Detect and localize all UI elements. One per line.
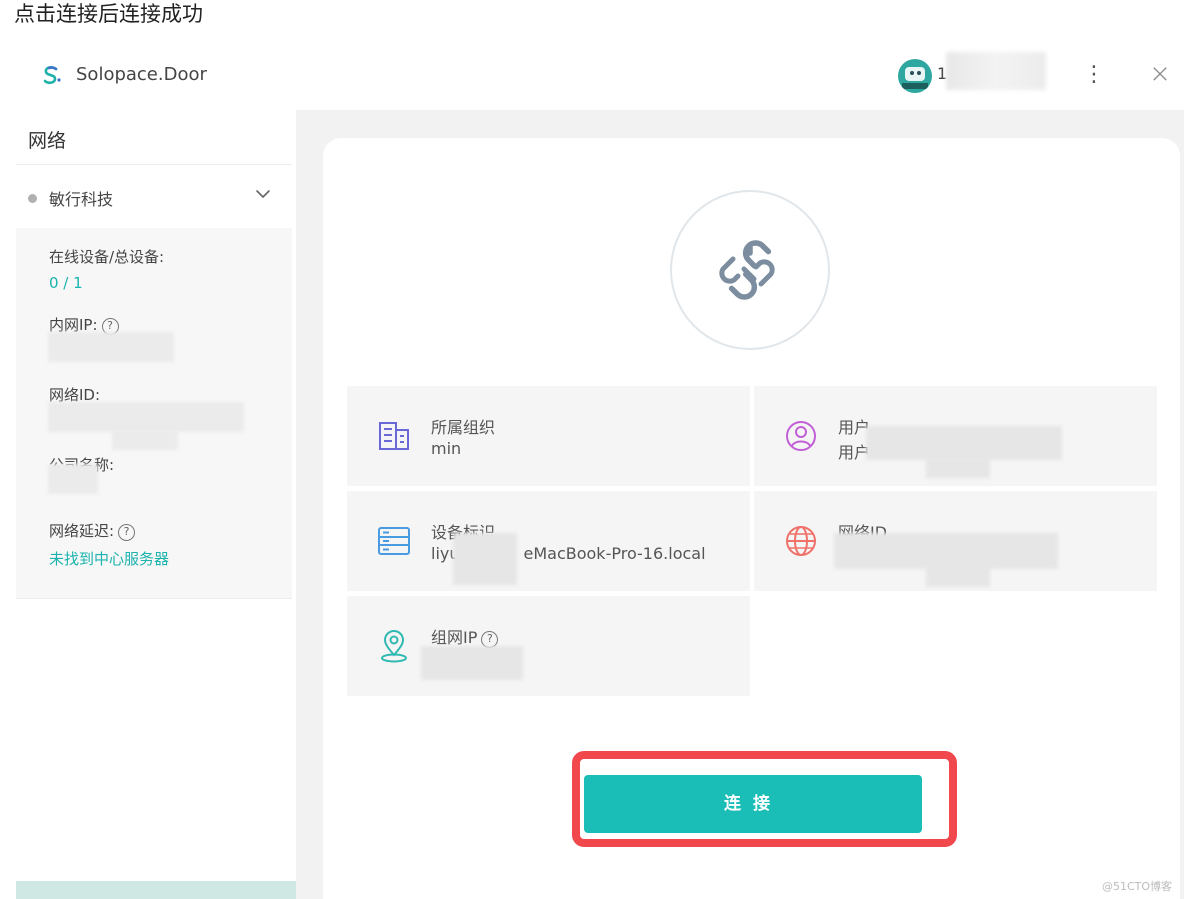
tile-network-id: 网络ID [754, 491, 1157, 591]
tile-network-ip: 组网IP? [347, 596, 750, 696]
redacted-user [866, 426, 1062, 460]
connect-button[interactable]: 连接 [584, 775, 922, 833]
app-logo-icon [43, 66, 61, 85]
location-icon [381, 630, 407, 663]
redacted-network-id [48, 402, 244, 432]
org-name: 敏行科技 [49, 190, 114, 209]
online-devices-value: 0 / 1 [49, 274, 83, 292]
redacted-network-id-2 [926, 565, 990, 587]
device-id-suffix: eMacBook-Pro-16.local [523, 544, 706, 563]
redacted-device-id [453, 533, 517, 585]
close-icon[interactable]: × [1146, 60, 1174, 88]
org-selector[interactable]: 敏行科技 [16, 180, 292, 214]
link-status [670, 190, 830, 350]
server-icon [378, 527, 410, 555]
network-ip-label-text: 组网IP [431, 628, 478, 647]
redacted-lan-ip [48, 332, 174, 362]
app-title: Solopace.Door [76, 64, 207, 85]
org-info-panel: 在线设备/总设备: 0 / 1 内网IP:? 网络ID: 公司名称: 网络延迟:… [16, 228, 292, 598]
tile-label: 组网IP? [431, 624, 499, 648]
avatar[interactable] [898, 59, 932, 93]
redacted-username [946, 52, 1046, 90]
sidebar-bottom-bar [16, 881, 296, 899]
link-icon [719, 240, 775, 300]
title-bar: Solopace.Door 1 ⋮ × [16, 46, 1184, 108]
redacted-network-id-2 [112, 430, 178, 450]
redacted-network-id [834, 533, 1058, 569]
tile-device-id: 设备标识 liyueMacBook-Pro-16.local [347, 491, 750, 591]
globe-icon [786, 526, 816, 556]
latency-label: 网络延迟:? [49, 520, 136, 541]
online-devices-label: 在线设备/总设备: [49, 248, 165, 266]
redacted-network-ip [421, 646, 523, 680]
tile-label: 所属组织 [431, 418, 496, 437]
user-icon [786, 421, 816, 451]
help-icon[interactable]: ? [118, 524, 136, 541]
status-dot [28, 194, 37, 203]
latency-value: 未找到中心服务器 [49, 550, 170, 568]
more-vertical-icon[interactable]: ⋮ [1082, 61, 1106, 89]
divider [16, 598, 292, 599]
screenshot-caption: 点击连接后连接成功 [14, 2, 203, 26]
sidebar-title: 网络 [28, 130, 67, 152]
divider [16, 164, 292, 165]
redacted-user-2 [926, 458, 990, 478]
building-icon [379, 422, 409, 450]
redacted-company [48, 464, 98, 494]
tile-organization: 所属组织 min [347, 386, 750, 486]
tile-value: min [431, 439, 462, 458]
latency-label-text: 网络延迟: [49, 522, 115, 540]
sidebar: 网络 敏行科技 在线设备/总设备: 0 / 1 内网IP:? 网络ID: 公司名… [16, 110, 296, 899]
watermark: @51CTO博客 [1102, 880, 1173, 893]
tile-user: 用户 用户 [754, 386, 1157, 486]
chevron-down-icon[interactable] [252, 183, 274, 205]
